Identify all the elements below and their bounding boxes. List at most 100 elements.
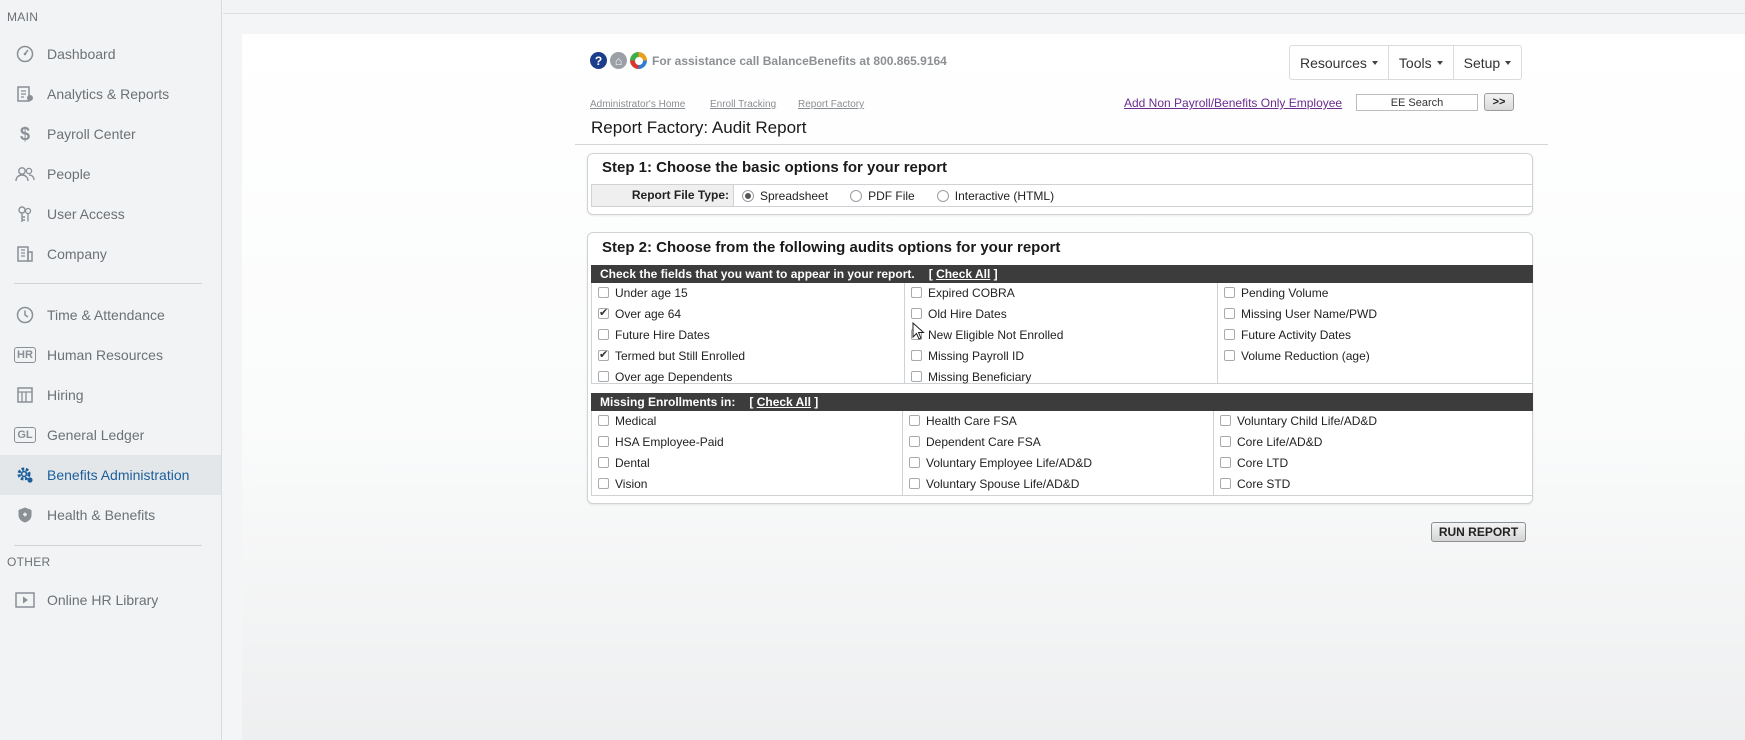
- breadcrumb-report-factory[interactable]: Report Factory: [798, 99, 864, 110]
- hr-icon: HR: [14, 344, 36, 366]
- lifering-icon[interactable]: [630, 52, 647, 69]
- home-icon[interactable]: ⌂: [610, 52, 627, 69]
- checkbox-under-age-15[interactable]: Under age 15: [592, 286, 904, 307]
- ee-search-go-button[interactable]: >>: [1484, 93, 1514, 111]
- step2-title: Step 2: Choose from the following audits…: [602, 239, 1061, 256]
- sidebar: MAIN Dashboard Analytics & Reports $ Pay…: [0, 0, 222, 740]
- sidebar-item-dashboard[interactable]: Dashboard: [0, 34, 221, 74]
- section-label-main: MAIN: [7, 10, 39, 24]
- checkbox-pending-volume[interactable]: Pending Volume: [1218, 286, 1532, 307]
- missing-column: Voluntary Child Life/AD&D Core Life/AD&D…: [1214, 411, 1524, 495]
- checkbox-vision[interactable]: Vision: [592, 477, 902, 498]
- checkbox-missing-beneficiary[interactable]: Missing Beneficiary: [905, 370, 1217, 391]
- sidebar-item-online-hr-library[interactable]: Online HR Library: [0, 580, 221, 620]
- step1-panel: Step 1: Choose the basic options for you…: [587, 153, 1533, 215]
- hiring-icon: [14, 384, 36, 406]
- top-bar: [223, 0, 1745, 14]
- dashboard-icon: [14, 43, 36, 65]
- sidebar-item-label: Benefits Administration: [47, 467, 190, 483]
- radio-spreadsheet[interactable]: Spreadsheet: [742, 185, 828, 206]
- page-title: Report Factory: Audit Report: [591, 118, 807, 137]
- ee-search-input[interactable]: [1356, 94, 1478, 111]
- checkbox-missing-payroll-id[interactable]: Missing Payroll ID: [905, 349, 1217, 370]
- fields-header-text: Check the fields that you want to appear…: [600, 267, 915, 281]
- sidebar-item-label: Payroll Center: [47, 126, 136, 142]
- sidebar-item-user-access[interactable]: User Access: [0, 194, 221, 234]
- step1-title: Step 1: Choose the basic options for you…: [602, 159, 948, 176]
- checkbox-dental[interactable]: Dental: [592, 456, 902, 477]
- checkbox-over-age-dependents[interactable]: Over age Dependents: [592, 370, 904, 391]
- missing-enrollments-header-text: Missing Enrollments in:: [600, 395, 736, 409]
- breadcrumb-admin-home[interactable]: Administrator's Home: [590, 99, 685, 110]
- sidebar-item-people[interactable]: People: [0, 154, 221, 194]
- shield-icon: [14, 504, 36, 526]
- gl-icon: GL: [14, 424, 36, 446]
- radio-pdf-file[interactable]: PDF File: [850, 185, 915, 206]
- checkbox-core-std[interactable]: Core STD: [1214, 477, 1524, 498]
- fields-column: Expired COBRA Old Hire Dates New Eligibl…: [905, 283, 1218, 384]
- file-type-label: Report File Type:: [592, 185, 734, 206]
- checkbox-new-eligible-not-enrolled[interactable]: New Eligible Not Enrolled: [905, 328, 1217, 349]
- checkbox-dependent-care-fsa[interactable]: Dependent Care FSA: [903, 435, 1213, 456]
- sidebar-item-benefits-administration[interactable]: Benefits Administration: [0, 455, 221, 495]
- tools-menu-button[interactable]: Tools: [1389, 46, 1454, 79]
- checkbox-old-hire-dates[interactable]: Old Hire Dates: [905, 307, 1217, 328]
- sidebar-item-health-benefits[interactable]: Health & Benefits: [0, 495, 221, 535]
- check-all-missing[interactable]: [ Check All ]: [749, 395, 818, 409]
- file-type-row: Report File Type: Spreadsheet PDF File I…: [591, 184, 1533, 207]
- sidebar-item-label: People: [47, 166, 91, 182]
- sidebar-item-payroll-center[interactable]: $ Payroll Center: [0, 114, 221, 154]
- sidebar-item-label: Online HR Library: [47, 592, 159, 608]
- add-non-payroll-employee-link[interactable]: Add Non Payroll/Benefits Only Employee: [1124, 96, 1342, 110]
- sidebar-item-company[interactable]: Company: [0, 234, 221, 274]
- help-icon[interactable]: ?: [590, 52, 607, 69]
- checkbox-expired-cobra[interactable]: Expired COBRA: [905, 286, 1217, 307]
- checkbox-volume-reduction-age[interactable]: Volume Reduction (age): [1218, 349, 1532, 370]
- checkbox-core-ltd[interactable]: Core LTD: [1214, 456, 1524, 477]
- checkbox-voluntary-employee-life[interactable]: Voluntary Employee Life/AD&D: [903, 456, 1213, 477]
- checkbox-hsa-employee-paid[interactable]: HSA Employee-Paid: [592, 435, 902, 456]
- checkbox-future-activity-dates[interactable]: Future Activity Dates: [1218, 328, 1532, 349]
- sidebar-divider: [14, 283, 202, 284]
- sidebar-item-time-attendance[interactable]: Time & Attendance: [0, 295, 221, 335]
- fields-column: Pending Volume Missing User Name/PWD Fut…: [1218, 283, 1532, 383]
- missing-column: Medical HSA Employee-Paid Dental Vision: [592, 411, 903, 495]
- radio-icon: [850, 189, 863, 202]
- sidebar-divider: [14, 545, 202, 546]
- sidebar-item-label: Analytics & Reports: [47, 86, 170, 102]
- play-icon: [14, 589, 36, 611]
- sidebar-item-human-resources[interactable]: HR Human Resources: [0, 335, 221, 375]
- sidebar-item-label: Time & Attendance: [47, 307, 165, 323]
- resources-menu-button[interactable]: Resources: [1290, 46, 1389, 79]
- sidebar-item-general-ledger[interactable]: GL General Ledger: [0, 415, 221, 455]
- radio-interactive-html[interactable]: Interactive (HTML): [936, 185, 1054, 206]
- step2-panel: Step 2: Choose from the following audits…: [587, 232, 1533, 504]
- checkbox-over-age-64[interactable]: Over age 64: [592, 306, 904, 328]
- checkbox-health-care-fsa[interactable]: Health Care FSA: [903, 414, 1213, 435]
- checkbox-voluntary-child-life[interactable]: Voluntary Child Life/AD&D: [1214, 414, 1524, 435]
- check-all-fields[interactable]: [ Check All ]: [929, 267, 998, 281]
- gear-icon: [14, 464, 36, 486]
- breadcrumb-enroll-tracking[interactable]: Enroll Tracking: [710, 99, 776, 110]
- setup-menu-button[interactable]: Setup: [1454, 46, 1522, 79]
- radio-icon: [936, 189, 949, 202]
- sidebar-item-hiring[interactable]: Hiring: [0, 375, 221, 415]
- sidebar-item-label: User Access: [47, 206, 125, 222]
- keys-icon: [14, 203, 36, 225]
- checkbox-missing-user-name-pwd[interactable]: Missing User Name/PWD: [1218, 307, 1532, 328]
- checkbox-core-life[interactable]: Core Life/AD&D: [1214, 435, 1524, 456]
- checkbox-medical[interactable]: Medical: [592, 414, 902, 435]
- sidebar-item-label: Health & Benefits: [47, 507, 156, 523]
- checkbox-termed-still-enrolled[interactable]: Termed but Still Enrolled: [592, 348, 904, 370]
- building-icon: [14, 243, 36, 265]
- help-icons: ? ⌂: [590, 52, 647, 69]
- fields-column: Under age 15 Over age 64 Future Hire Dat…: [592, 283, 905, 384]
- chevron-down-icon: [1436, 60, 1443, 65]
- people-icon: [14, 163, 36, 185]
- run-report-button[interactable]: RUN REPORT: [1431, 522, 1526, 542]
- checkbox-voluntary-spouse-life[interactable]: Voluntary Spouse Life/AD&D: [903, 477, 1213, 498]
- sidebar-item-analytics-reports[interactable]: Analytics & Reports: [0, 74, 221, 114]
- checkbox-future-hire-dates[interactable]: Future Hire Dates: [592, 328, 904, 349]
- sidebar-item-label: Company: [47, 246, 107, 262]
- analytics-icon: [14, 83, 36, 105]
